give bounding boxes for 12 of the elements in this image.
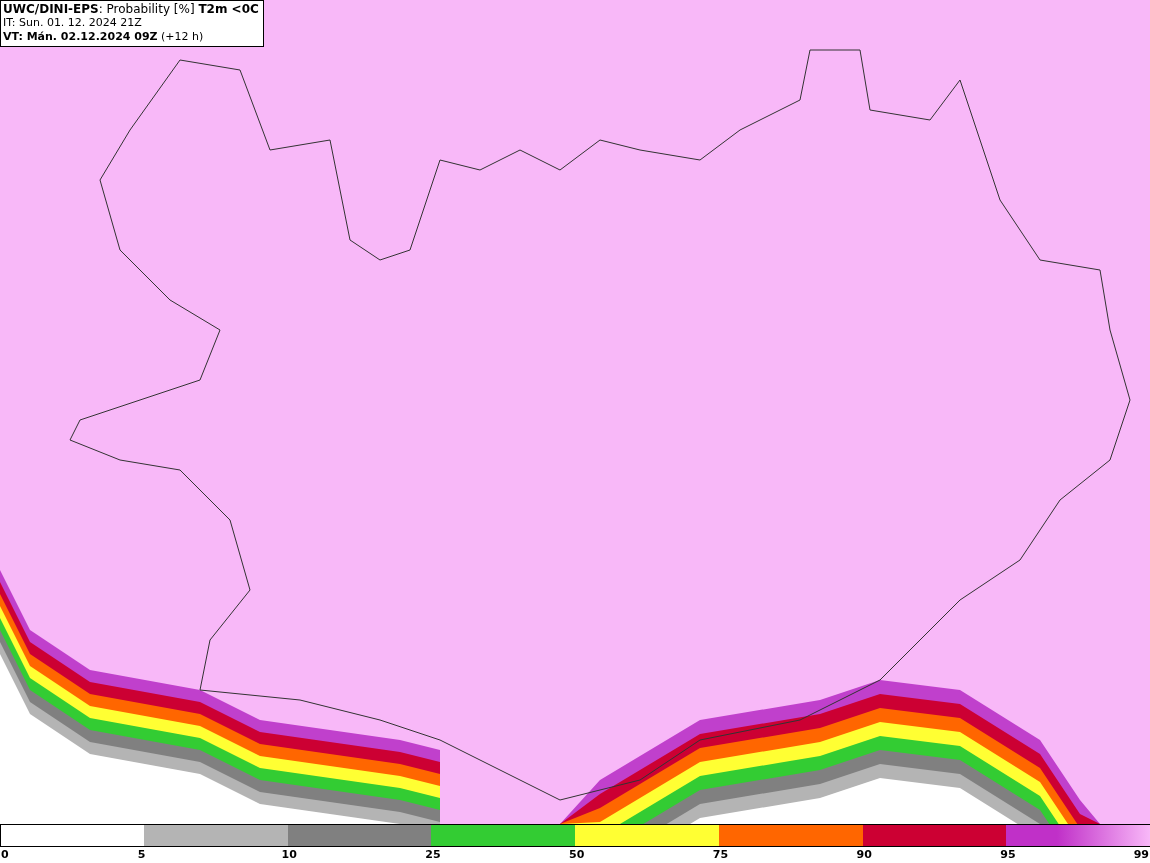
legend-label: 90 [856,848,872,862]
legend-label: 25 [425,848,441,862]
initial-time: IT: Sun. 01. 12. 2024 21Z [3,16,143,30]
valid-time: VT: Mán. 02.12.2024 09Z (+12 h) [3,30,205,44]
legend-label: 0 [1,848,9,862]
chart-title: UWC/DINI-EPS: Probability [%] T2m <0C [3,2,259,16]
legend-label: 75 [712,848,729,862]
legend-label: 50 [569,848,585,862]
legend-label: 5 [137,848,146,862]
legend-label: 10 [281,848,297,862]
legend-label: 99 [1133,848,1149,862]
legend-label: 95 [1000,848,1016,862]
